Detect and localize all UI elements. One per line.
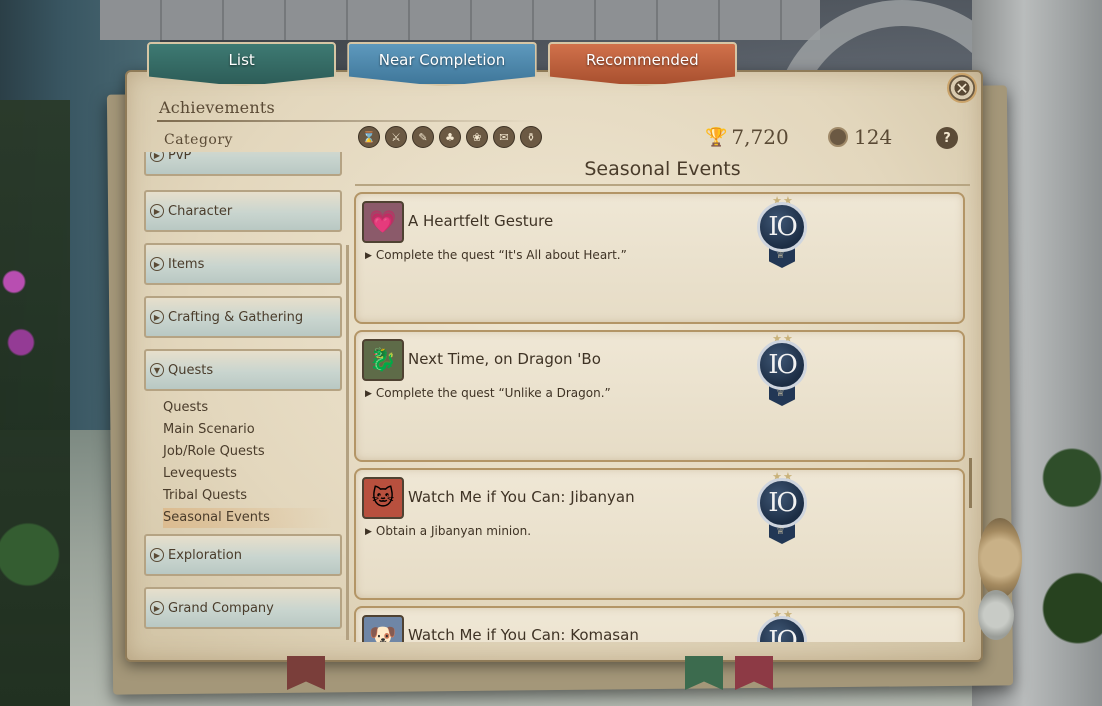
achievement-description: ▶ Complete the quest “Unlike a Dragon.”: [365, 386, 611, 400]
sidebar-item-quests[interactable]: ▼ Quests: [144, 349, 342, 391]
reward-coin-icon: [828, 127, 848, 147]
description-text: Obtain a Jibanyan minion.: [375, 524, 532, 538]
expand-arrow-icon: ▶: [150, 204, 164, 218]
achievement-points-medal: ★★ IO ♕: [756, 332, 808, 408]
achievement-card[interactable]: 💗 A Heartfelt Gesture ▶ Complete the ques…: [354, 192, 965, 324]
expand-arrow-icon: ▶: [150, 548, 164, 562]
tab-bar: List Near Completion Recommended: [147, 42, 737, 90]
expand-arrow-icon: ▶: [150, 152, 164, 162]
achievement-card[interactable]: 🐶 Watch Me if You Can: Komasan ★★ IO ♕: [354, 606, 965, 642]
close-icon: ✕: [955, 78, 969, 98]
achievement-name: A Heartfelt Gesture: [408, 212, 554, 230]
bullet-triangle-icon: ▶: [365, 388, 372, 399]
sidebar-item-label: Crafting & Gathering: [168, 309, 304, 325]
description-text: Complete the quest “Unlike a Dragon.”: [375, 386, 611, 400]
komasan-icon: 🐶: [362, 615, 404, 642]
character-icon[interactable]: ✎: [412, 126, 434, 148]
sidebar-subitem-seasonal-events[interactable]: Seasonal Events: [163, 508, 333, 528]
expand-arrow-icon: ▶: [150, 601, 164, 615]
mini-trophy-icon: ♕: [776, 250, 785, 261]
question-icon: ?: [943, 130, 951, 146]
sidebar-item-crafting-gathering[interactable]: ▶ Crafting & Gathering: [144, 296, 342, 338]
achievement-name: Watch Me if You Can: Jibanyan: [408, 488, 635, 506]
category-filter-icons: ⌛ ⚔ ✎ ♣ ❀ ✉ ⚱: [358, 126, 542, 148]
reward-count: 124: [828, 125, 892, 149]
mini-trophy-icon: ♕: [776, 526, 785, 537]
achievement-card[interactable]: 🐱 Watch Me if You Can: Jibanyan ▶ Obtain …: [354, 468, 965, 600]
sidebar-item-items[interactable]: ▶ Items: [144, 243, 342, 285]
quests-icon[interactable]: ✉: [493, 126, 515, 148]
expand-arrow-icon: ▶: [150, 310, 164, 324]
rewards-value: 124: [854, 125, 893, 149]
heart-chair-icon: 💗: [362, 201, 404, 243]
points-value: 7,720: [731, 125, 789, 149]
stone-wall-top: [100, 0, 820, 40]
window-title: Achievements: [159, 98, 275, 117]
exploration-icon[interactable]: ⚱: [520, 126, 542, 148]
plants-right: [1042, 380, 1102, 706]
achievement-description: ▶ Complete the quest “It's All about Hear…: [365, 248, 627, 262]
achievement-card[interactable]: 🐉 Next Time, on Dragon 'Bo ▶ Complete the…: [354, 330, 965, 462]
title-divider: [157, 120, 537, 122]
achievement-points-medal: ★★ IO ♕: [756, 470, 808, 546]
achievement-points: 🏆 7,720: [705, 125, 789, 149]
items-icon[interactable]: ♣: [439, 126, 461, 148]
battle-icon[interactable]: ⚔: [385, 126, 407, 148]
sidebar-item-exploration[interactable]: ▶ Exploration: [144, 534, 342, 576]
sidebar-subitem-job-role-quests[interactable]: Job/Role Quests: [163, 442, 333, 462]
sidebar-item-label: Items: [168, 256, 205, 272]
coin-decoration: [978, 518, 1022, 598]
sidebar-item-label: Quests: [168, 362, 214, 378]
achievement-description: ▶ Obtain a Jibanyan minion.: [365, 524, 531, 538]
sidebar-item-label: PvP: [168, 152, 192, 163]
help-button[interactable]: ?: [936, 127, 958, 149]
crafting-icon[interactable]: ❀: [466, 126, 488, 148]
sidebar-item-grand-company[interactable]: ▶ Grand Company: [144, 587, 342, 629]
expand-arrow-icon: ▶: [150, 257, 164, 271]
category-sidebar: ▶ PvP ▶ Character ▶ Items ▶ Crafting & G…: [142, 152, 345, 642]
bullet-triangle-icon: ▶: [365, 526, 372, 537]
achievement-points-medal: ★★ IO ♕: [756, 608, 808, 642]
close-button[interactable]: ✕: [947, 73, 977, 103]
dragon-icon: 🐉: [362, 339, 404, 381]
tab-list[interactable]: List: [147, 42, 337, 86]
tab-recommended[interactable]: Recommended: [547, 42, 737, 86]
sidebar-subitem-levequests[interactable]: Levequests: [163, 464, 333, 484]
section-title: Seasonal Events: [355, 158, 970, 186]
bullet-triangle-icon: ▶: [365, 250, 372, 261]
sidebar-item-label: Grand Company: [168, 600, 274, 616]
achievement-list: 💗 A Heartfelt Gesture ▶ Complete the ques…: [354, 192, 966, 642]
achievement-name: Watch Me if You Can: Komasan: [408, 626, 639, 642]
tab-label: List: [228, 51, 255, 69]
sidebar-item-character[interactable]: ▶ Character: [144, 190, 342, 232]
tab-label: Near Completion: [378, 51, 506, 69]
sidebar-subitem-main-scenario[interactable]: Main Scenario: [163, 420, 333, 440]
flowers-left: [0, 100, 70, 706]
collapse-arrow-icon: ▼: [150, 363, 164, 377]
sidebar-item-label: Character: [168, 203, 233, 219]
list-scrollbar[interactable]: [969, 458, 972, 508]
jibanyan-icon: 🐱: [362, 477, 404, 519]
sidebar-item-label: Exploration: [168, 547, 242, 563]
sidebar-subitem-quests[interactable]: Quests: [163, 398, 333, 418]
achievement-name: Next Time, on Dragon 'Bo: [408, 350, 601, 368]
description-text: Complete the quest “It's All about Heart…: [375, 248, 627, 262]
sidebar-subitem-tribal-quests[interactable]: Tribal Quests: [163, 486, 333, 506]
sidebar-item-pvp[interactable]: ▶ PvP: [144, 152, 342, 176]
trophy-icon: 🏆: [705, 126, 728, 148]
category-label: Category: [164, 132, 233, 148]
mini-trophy-icon: ♕: [776, 388, 785, 399]
achievement-points-medal: ★★ IO ♕: [756, 194, 808, 270]
medal-value: IO: [757, 202, 807, 252]
sidebar-scrollbar[interactable]: [346, 245, 349, 640]
tab-near-completion[interactable]: Near Completion: [347, 42, 537, 86]
coin-decoration-silver: [978, 590, 1014, 640]
medal-value: IO: [757, 478, 807, 528]
tab-label: Recommended: [586, 51, 699, 69]
medal-value: IO: [757, 340, 807, 390]
medal-value: IO: [757, 616, 807, 642]
all-icon[interactable]: ⌛: [358, 126, 380, 148]
